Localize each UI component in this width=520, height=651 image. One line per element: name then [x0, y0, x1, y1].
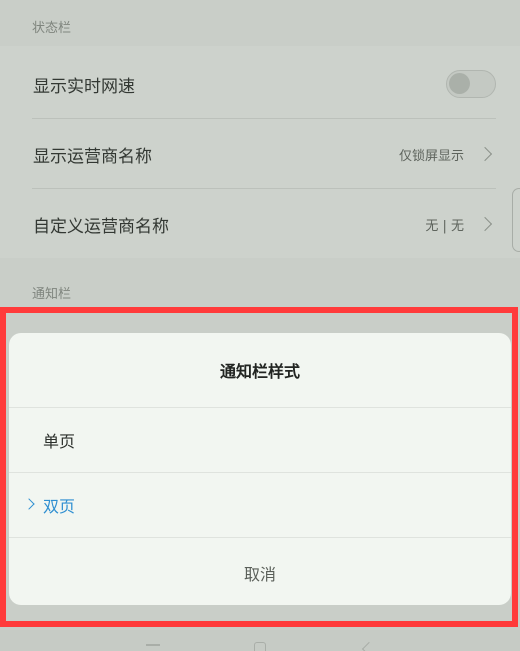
cancel-button[interactable]: 取消	[9, 540, 511, 605]
back-icon[interactable]	[361, 641, 377, 651]
chevron-right-icon	[477, 146, 493, 162]
row-label: 显示运营商名称	[33, 146, 152, 167]
edge-handle[interactable]	[512, 188, 520, 252]
row-label: 自定义运营商名称	[33, 216, 169, 237]
status-bar-settings-card: 显示实时网速 显示运营商名称 仅锁屏显示 自定义运营商名称 无 | 无	[0, 46, 520, 258]
navigation-bar	[0, 630, 520, 651]
realtime-speed-toggle[interactable]	[446, 70, 496, 98]
toggle-knob	[449, 73, 470, 94]
notification-bar-section-header: 通知栏	[32, 287, 72, 302]
option-label: 单页	[43, 432, 76, 451]
option-double-page[interactable]: 双页	[9, 473, 511, 537]
option-single-page[interactable]: 单页	[9, 408, 511, 472]
row-value: 无 | 无	[425, 218, 464, 234]
chevron-right-icon	[477, 216, 493, 232]
row-value: 仅锁屏显示	[398, 148, 464, 164]
notification-style-dialog: 通知栏样式 单页 双页 取消	[9, 333, 511, 605]
row-show-realtime-speed[interactable]: 显示实时网速	[0, 49, 520, 119]
home-icon[interactable]	[254, 642, 266, 651]
row-label: 显示实时网速	[33, 76, 135, 97]
dialog-title: 通知栏样式	[219, 362, 300, 381]
status-bar-section-header: 状态栏	[32, 21, 72, 36]
option-label: 双页	[43, 497, 76, 516]
row-show-carrier-name[interactable]: 显示运营商名称 仅锁屏显示	[0, 119, 520, 189]
row-custom-carrier-name[interactable]: 自定义运营商名称 无 | 无	[0, 189, 520, 259]
selected-chevron-icon	[23, 498, 35, 510]
divider	[9, 537, 511, 538]
menu-icon[interactable]	[146, 644, 160, 646]
